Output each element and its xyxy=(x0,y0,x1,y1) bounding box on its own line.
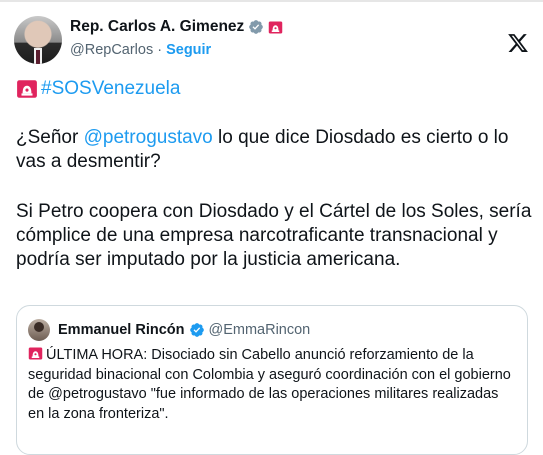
siren-icon xyxy=(269,21,283,33)
siren-icon xyxy=(28,347,43,360)
quote-text: ÚLTIMA HORA: Disociado sin Cabello anunc… xyxy=(28,347,511,422)
quote-text-block: ÚLTIMA HORA: Disociado sin Cabello anunc… xyxy=(28,346,518,424)
tweet-paragraph-1: ¿Señor @petrogustavo lo que dice Diosdad… xyxy=(16,126,536,174)
author-name-row: Rep. Carlos A. Gimenez xyxy=(70,18,283,36)
verified-badge-icon xyxy=(249,20,264,34)
quoted-tweet[interactable]: Emmanuel Rincón @EmmaRincon ÚLTIMA HORA:… xyxy=(16,305,528,455)
siren-icon xyxy=(17,80,37,98)
tweet-header: Rep. Carlos A. Gimenez @RepCarlos · Segu… xyxy=(14,14,543,66)
hashtag-line: #SOSVenezuela xyxy=(16,77,536,101)
verified-badge-icon xyxy=(189,323,204,337)
author-handle-row: @RepCarlos · Seguir xyxy=(70,42,211,58)
author-avatar[interactable] xyxy=(14,16,62,64)
quote-author-name[interactable]: Emmanuel Rincón xyxy=(58,322,185,338)
follow-button[interactable]: Seguir xyxy=(166,42,211,58)
p1-text-before: ¿Señor xyxy=(16,127,84,148)
author-name[interactable]: Rep. Carlos A. Gimenez xyxy=(70,18,244,36)
separator-dot: · xyxy=(157,42,163,58)
top-divider xyxy=(0,0,543,2)
quote-author-avatar[interactable] xyxy=(28,319,50,341)
x-logo-icon[interactable] xyxy=(507,32,529,54)
mention-link[interactable]: @petrogustavo xyxy=(84,127,213,148)
hashtag-link[interactable]: #SOSVenezuela xyxy=(41,77,180,101)
tweet-paragraph-2: Si Petro coopera con Diosdado y el Cárte… xyxy=(16,201,532,270)
quote-header: Emmanuel Rincón @EmmaRincon xyxy=(28,319,310,341)
quote-author-handle[interactable]: @EmmaRincon xyxy=(209,322,311,338)
author-handle[interactable]: @RepCarlos xyxy=(70,42,153,58)
